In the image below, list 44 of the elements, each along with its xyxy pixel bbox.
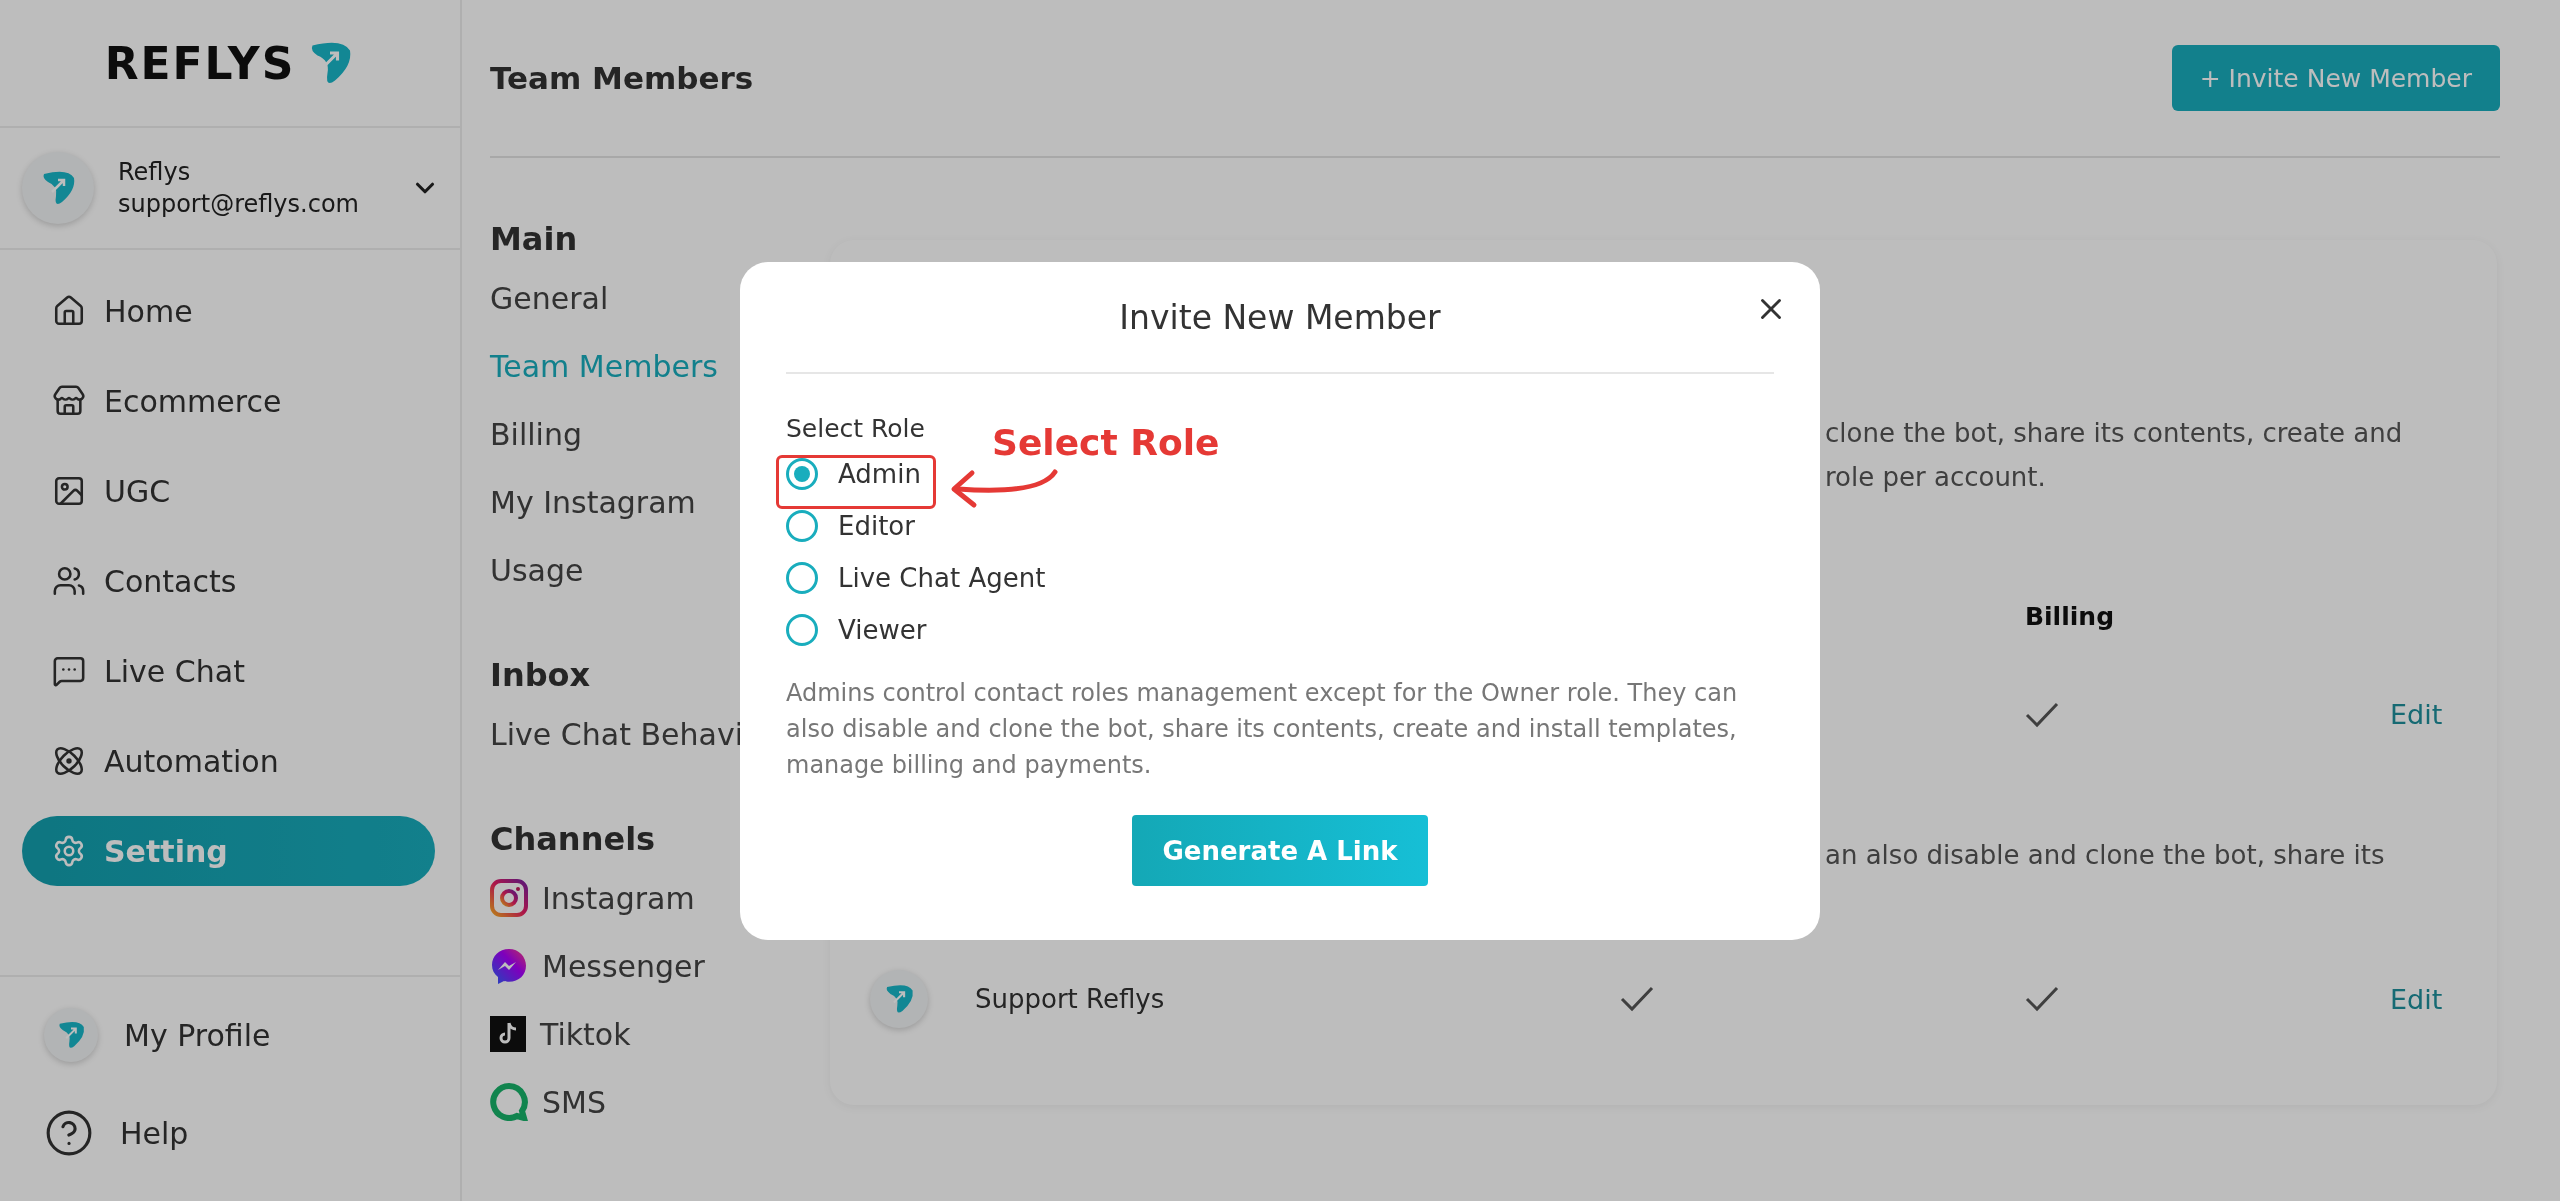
users-icon (52, 564, 86, 598)
section-heading: Main (490, 220, 579, 258)
role-description: an also disable and clone the bot, share its (1825, 840, 2386, 870)
nav-item[interactable]: My Profile (0, 1007, 460, 1063)
field-label: Select Role (786, 414, 925, 443)
column-header: Billing (2025, 602, 2116, 631)
settings-link[interactable]: Messenger (490, 946, 830, 986)
account-name: Reflys (118, 158, 192, 186)
chat-icon (52, 654, 86, 688)
section-heading: Channels (490, 820, 657, 858)
role-description: clone the bot, share its contents, create and (1825, 418, 2404, 448)
chat-bubble-icon (490, 1083, 528, 1121)
home-icon (52, 294, 86, 328)
settings-link[interactable]: SMS (490, 1082, 830, 1122)
store-icon (52, 384, 86, 418)
role-radio[interactable]: Live Chat Agent (786, 559, 1046, 597)
account-email: support@reflys.com (118, 190, 360, 218)
role-radio[interactable]: Admin (786, 455, 921, 493)
tiktok-icon (490, 1016, 526, 1052)
image-icon (52, 474, 86, 508)
nav-item[interactable]: Contacts (22, 546, 435, 616)
camera-icon (490, 879, 528, 917)
page-title: Team Members (490, 60, 754, 96)
nav-item[interactable]: Live Chat (22, 636, 435, 706)
member-name: Support Reflys (975, 984, 1165, 1014)
annotation-label: Select Role (992, 422, 1220, 463)
nav-item[interactable]: Ecommerce (22, 366, 435, 436)
nav-item[interactable]: Help (0, 1105, 460, 1161)
arrow-icon (950, 469, 1058, 509)
messenger-icon (490, 947, 528, 985)
brand-logo: REFLYS (104, 37, 296, 89)
settings-icon (52, 834, 86, 868)
settings-link[interactable]: Instagram (490, 878, 830, 918)
nav-item[interactable]: Automation (22, 726, 435, 796)
nav-item[interactable]: UGC (22, 456, 435, 526)
role-radio[interactable]: Editor (786, 507, 915, 545)
role-description: role per account. (1825, 462, 2047, 492)
atom-icon (52, 744, 86, 778)
role-radio[interactable]: Viewer (786, 611, 927, 649)
role-description: Admins control contact roles management except for the Owner role. They can also disable and clone the bot, share its contents, create and install templates, manage billing and payments. (786, 678, 1739, 781)
help-icon (44, 1108, 94, 1158)
nav-item[interactable]: Home (22, 276, 435, 346)
settings-link[interactable]: Tiktok (490, 1014, 830, 1054)
dialog-title: Invite New Member (786, 262, 1774, 374)
